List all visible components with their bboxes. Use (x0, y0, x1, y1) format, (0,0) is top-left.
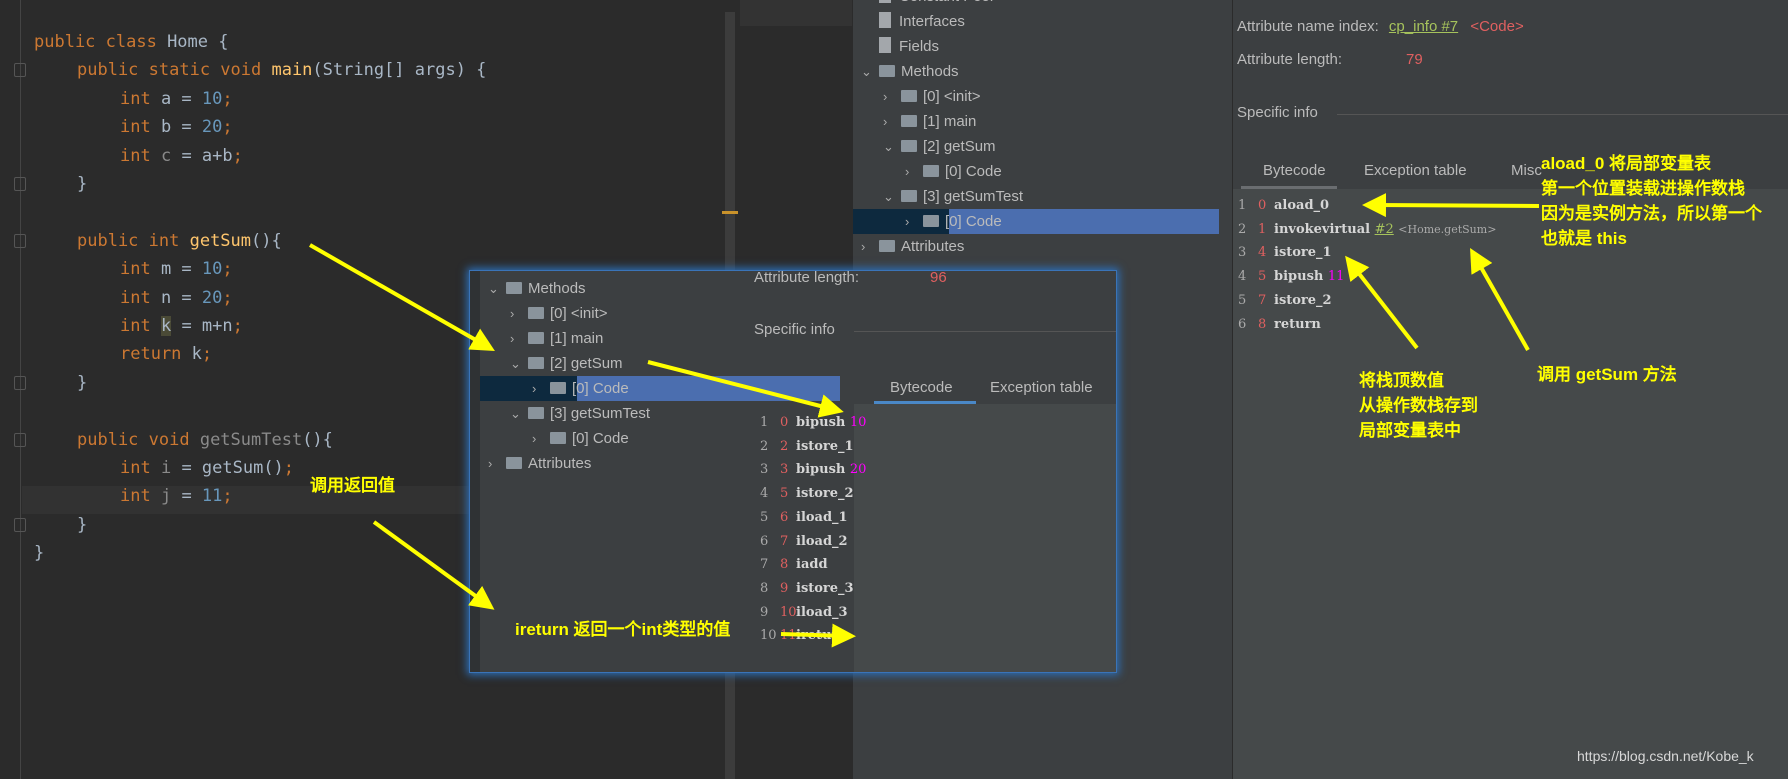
arrow-getsum-to-tree (309, 243, 495, 351)
annotation-call-return: 调用返回值 (310, 476, 395, 495)
annotation-line: 从操作数栈存到 (1359, 396, 1478, 415)
arrow-to-ireturn-note (372, 520, 495, 610)
annotation-line: 局部变量表中 (1359, 421, 1461, 440)
arrow-to-aload (1362, 193, 1540, 218)
arrow-to-istore (1345, 255, 1419, 350)
annotation-invoke: 调用 getSum 方法 (1537, 365, 1677, 384)
annotation-line: 也就是 this (1541, 229, 1627, 248)
annotation-aload: aload_0 将局部变量表 第一个位置装载进操作数栈 因为是实例方法，所以第一… (1541, 151, 1762, 251)
annotation-line: 因为是实例方法，所以第一个 (1541, 204, 1762, 223)
annotation-arrows (309, 193, 1540, 648)
annotation-line: 第一个位置装载进操作数栈 (1541, 179, 1745, 198)
annotation-line: 将栈顶数值 (1359, 371, 1444, 390)
annotation-ireturn: ireturn 返回一个int类型的值 (515, 620, 731, 639)
arrow-to-invokevirtual (1470, 248, 1530, 351)
arrow-tree-to-bytecode (647, 360, 844, 418)
watermark: https://blog.csdn.net/Kobe_k (1577, 748, 1754, 764)
annotation-line: aload_0 将局部变量表 (1541, 154, 1712, 173)
annotation-istore: 将栈顶数值 从操作数栈存到 局部变量表中 (1359, 368, 1478, 443)
arrow-to-ireturn (780, 623, 856, 648)
